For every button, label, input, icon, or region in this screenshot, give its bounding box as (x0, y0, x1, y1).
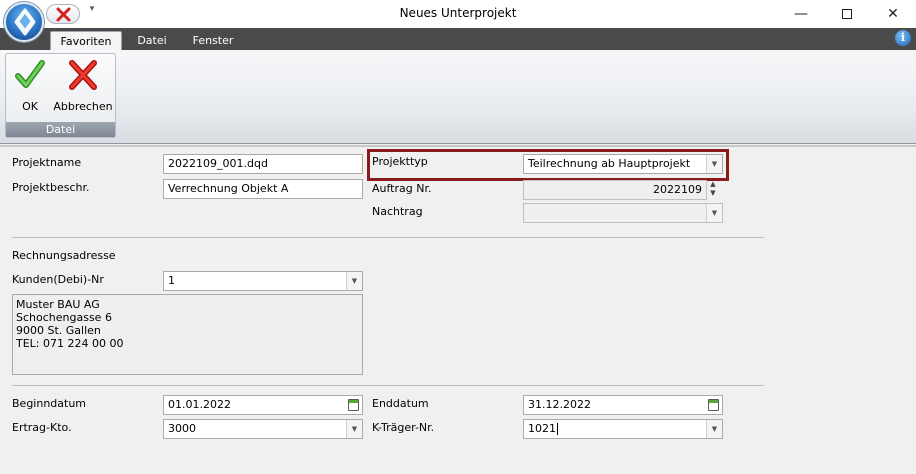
address-line: Muster BAU AG (16, 298, 100, 311)
ertrag-kto-value: 3000 (168, 422, 196, 435)
kunden-nr-value: 1 (168, 274, 175, 287)
chevron-down-icon: ▼ (346, 420, 362, 438)
chevron-down-icon: ▼ (346, 272, 362, 290)
rechnungsadresse-label: Rechnungsadresse (12, 249, 116, 262)
cancel-button-label: Abbrechen (53, 100, 113, 113)
ok-button[interactable]: OK (12, 58, 48, 116)
kunden-nr-label: Kunden(Debi)-Nr (12, 273, 104, 286)
address-line: TEL: 071 224 00 00 (16, 337, 124, 350)
projektname-label: Projektname (12, 156, 82, 169)
cancel-x-icon (69, 60, 97, 90)
title-bar: ▾ Neues Unterprojekt — ✕ (0, 0, 916, 28)
form-top-divider (0, 145, 916, 147)
enddatum-input[interactable]: 31.12.2022 (523, 395, 723, 415)
ertrag-kto-label: Ertrag-Kto. (12, 421, 72, 434)
tab-fenster[interactable]: Fenster (182, 31, 244, 50)
projektbeschr-input[interactable]: Verrechnung Objekt A (163, 179, 363, 199)
nachtrag-label: Nachtrag (372, 205, 423, 218)
address-line: Schochengasse 6 (16, 311, 112, 324)
auftrag-nr-input[interactable]: 2022109 (523, 180, 707, 200)
divider (12, 385, 764, 386)
projekttyp-value: Teilrechnung ab Hauptprojekt (528, 157, 691, 170)
calendar-icon[interactable] (348, 399, 359, 411)
beginndatum-input[interactable]: 01.01.2022 (163, 395, 363, 415)
application-menu-button[interactable] (4, 2, 44, 42)
tab-favoriten[interactable]: Favoriten (50, 31, 122, 50)
projekttyp-label: Projekttyp (372, 155, 428, 168)
ribbon-panel: OK Abbrechen Datei (0, 50, 916, 144)
minimize-button[interactable]: — (778, 0, 824, 28)
app-cube-icon (14, 7, 36, 37)
ok-button-label: OK (22, 100, 38, 113)
text-caret (557, 423, 558, 435)
projektbeschr-label: Projektbeschr. (12, 181, 90, 194)
maximize-icon (842, 9, 852, 19)
checkmark-icon (15, 60, 45, 88)
chevron-down-icon: ▼ (706, 155, 722, 173)
k-traeger-nr-value: 1021 (528, 422, 556, 435)
close-button[interactable]: ✕ (870, 0, 916, 28)
ertrag-kto-select[interactable]: 3000 ▼ (163, 419, 363, 439)
nachtrag-select[interactable]: ▼ (523, 203, 723, 223)
cancel-button[interactable]: Abbrechen (52, 58, 114, 116)
chevron-down-icon: ▼ (706, 204, 722, 222)
projektname-input[interactable]: 2022109_001.dqd (163, 154, 363, 174)
kunden-nr-select[interactable]: 1 ▼ (163, 271, 363, 291)
info-icon[interactable]: i (895, 30, 911, 46)
beginndatum-label: Beginndatum (12, 397, 87, 410)
address-box: Muster BAU AG Schochengasse 6 9000 St. G… (12, 294, 363, 375)
projekttyp-select[interactable]: Teilrechnung ab Hauptprojekt ▼ (523, 154, 723, 174)
auftrag-nr-spinner[interactable]: ▲ ▼ (706, 180, 720, 200)
enddatum-value: 31.12.2022 (528, 398, 591, 411)
address-line: 9000 St. Gallen (16, 324, 101, 337)
enddatum-label: Enddatum (372, 397, 429, 410)
ribbon-tab-strip: Favoriten Datei Fenster (0, 28, 916, 50)
chevron-down-icon: ▼ (706, 420, 722, 438)
calendar-icon[interactable] (708, 399, 719, 411)
ribbon-group-datei: OK Abbrechen Datei (5, 53, 116, 138)
k-traeger-nr-select[interactable]: 1021 ▼ (523, 419, 723, 439)
auftrag-nr-label: Auftrag Nr. (372, 182, 432, 195)
k-traeger-nr-label: K-Träger-Nr. (372, 421, 435, 434)
tab-datei[interactable]: Datei (128, 31, 176, 50)
ribbon-group-label: Datei (6, 122, 115, 137)
beginndatum-value: 01.01.2022 (168, 398, 231, 411)
maximize-button[interactable] (824, 0, 870, 28)
divider (12, 237, 764, 238)
